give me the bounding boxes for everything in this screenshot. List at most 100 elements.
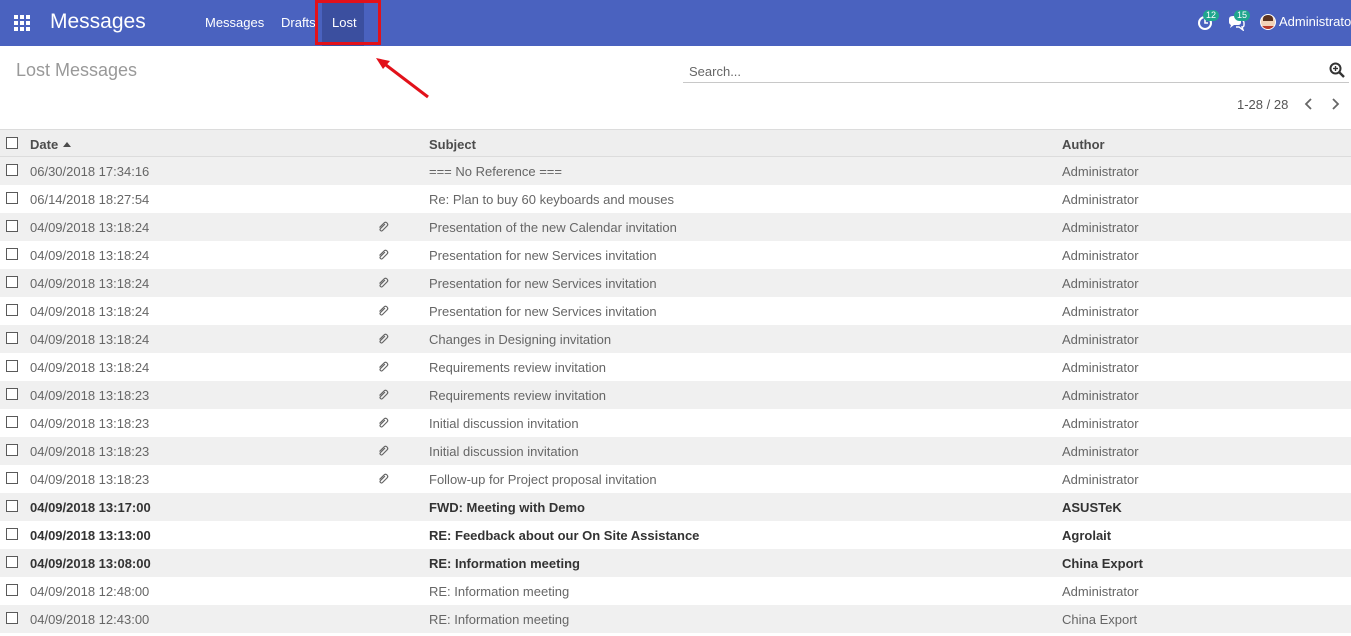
pager-previous-icon[interactable] bbox=[1302, 97, 1316, 111]
row-checkbox[interactable] bbox=[6, 388, 18, 400]
row-subject: Changes in Designing invitation bbox=[429, 332, 612, 347]
search-icon[interactable] bbox=[1329, 62, 1345, 78]
row-author: Administrator bbox=[1062, 192, 1139, 207]
table-row[interactable]: 04/09/2018 13:13:00 RE: Feedback about ou… bbox=[0, 521, 1351, 549]
row-author: Administrator bbox=[1062, 304, 1139, 319]
row-checkbox[interactable] bbox=[6, 500, 18, 512]
row-subject: Requirements review invitation bbox=[429, 360, 607, 375]
row-subject: RE: Information meeting bbox=[429, 584, 570, 599]
table-row[interactable]: 04/09/2018 13:18:24 Presentation for new … bbox=[0, 297, 1351, 325]
row-author: China Export bbox=[1062, 612, 1138, 627]
search-input[interactable] bbox=[687, 61, 1311, 81]
attachment-paperclip-icon bbox=[379, 305, 389, 316]
row-date: 04/09/2018 13:18:24 bbox=[30, 220, 150, 235]
column-header-author[interactable]: Author bbox=[1062, 137, 1105, 152]
table-row[interactable]: 04/09/2018 13:17:00 FWD: Meeting with Dem… bbox=[0, 493, 1351, 521]
row-author: Administrator bbox=[1062, 360, 1139, 375]
attachment-paperclip-icon bbox=[379, 333, 389, 344]
row-checkbox[interactable] bbox=[6, 472, 18, 484]
row-checkbox[interactable] bbox=[6, 556, 18, 568]
menu-item-messages[interactable]: Messages bbox=[205, 15, 264, 30]
attachment-paperclip-icon bbox=[379, 445, 389, 456]
table-row[interactable]: 04/09/2018 13:18:23 Follow-up for Project… bbox=[0, 465, 1351, 493]
messages-table: Date Subject Author 06/30/2018 17:34:16 =… bbox=[0, 129, 1351, 633]
row-date: 06/30/2018 17:34:16 bbox=[30, 164, 150, 179]
row-author: Administrator bbox=[1062, 444, 1139, 459]
row-subject: Presentation for new Services invitation bbox=[429, 248, 657, 263]
table-row[interactable]: 04/09/2018 13:18:23 Initial discussion in… bbox=[0, 409, 1351, 437]
row-author: Administrator bbox=[1062, 276, 1139, 291]
row-date: 04/09/2018 13:18:23 bbox=[30, 444, 150, 459]
table-row[interactable]: 04/09/2018 13:18:24 Requirements review i… bbox=[0, 353, 1351, 381]
row-subject: Presentation for new Services invitation bbox=[429, 276, 657, 291]
row-checkbox[interactable] bbox=[6, 220, 18, 232]
column-header-date-label: Date bbox=[30, 137, 59, 152]
table-row[interactable]: 04/09/2018 13:18:24 Presentation of the n… bbox=[0, 213, 1351, 241]
row-checkbox[interactable] bbox=[6, 164, 18, 176]
row-date: 04/09/2018 13:08:00 bbox=[30, 556, 151, 571]
row-author: Administrator bbox=[1062, 472, 1139, 487]
attachment-paperclip-icon bbox=[379, 389, 389, 400]
row-date: 04/09/2018 13:18:23 bbox=[30, 472, 150, 487]
menu-item-drafts[interactable]: Drafts bbox=[281, 15, 316, 30]
row-checkbox[interactable] bbox=[6, 416, 18, 428]
row-author: Administrator bbox=[1062, 416, 1139, 431]
table-row[interactable]: 06/30/2018 17:34:16 === No Reference === A… bbox=[0, 157, 1351, 185]
page-title: Lost Messages bbox=[16, 60, 138, 80]
table-row[interactable]: 06/14/2018 18:27:54 Re: Plan to buy 60 ke… bbox=[0, 185, 1351, 213]
row-checkbox[interactable] bbox=[6, 528, 18, 540]
chat-badge: 15 bbox=[1234, 10, 1251, 21]
row-date: 04/09/2018 13:18:23 bbox=[30, 388, 150, 403]
row-author: Administrator bbox=[1062, 220, 1139, 235]
row-author: ASUSTeK bbox=[1062, 500, 1122, 515]
row-subject: Presentation for new Services invitation bbox=[429, 304, 657, 319]
table-row[interactable]: 04/09/2018 12:43:00 RE: Information meeti… bbox=[0, 605, 1351, 633]
row-checkbox[interactable] bbox=[6, 332, 18, 344]
row-subject: FWD: Meeting with Demo bbox=[429, 500, 585, 515]
user-name: Administrator bbox=[1279, 14, 1351, 29]
select-all-checkbox[interactable] bbox=[6, 137, 18, 149]
avatar bbox=[1260, 14, 1276, 30]
table-row[interactable]: 04/09/2018 13:18:24 Presentation for new … bbox=[0, 269, 1351, 297]
row-date: 04/09/2018 13:17:00 bbox=[30, 500, 151, 515]
table-row[interactable]: 04/09/2018 13:18:23 Initial discussion in… bbox=[0, 437, 1351, 465]
table-row[interactable]: 04/09/2018 12:48:00 RE: Information meeti… bbox=[0, 577, 1351, 605]
row-checkbox[interactable] bbox=[6, 360, 18, 372]
row-checkbox[interactable] bbox=[6, 444, 18, 456]
row-date: 04/09/2018 13:18:24 bbox=[30, 360, 150, 375]
row-checkbox[interactable] bbox=[6, 192, 18, 204]
row-author: Agrolait bbox=[1062, 528, 1112, 543]
table-row[interactable]: 04/09/2018 13:08:00 RE: Information meeti… bbox=[0, 549, 1351, 577]
row-checkbox[interactable] bbox=[6, 276, 18, 288]
row-checkbox[interactable] bbox=[6, 584, 18, 596]
row-author: Administrator bbox=[1062, 332, 1139, 347]
table-header: Date Subject Author bbox=[0, 129, 1351, 157]
row-checkbox[interactable] bbox=[6, 304, 18, 316]
row-subject: Initial discussion invitation bbox=[429, 416, 579, 431]
column-header-date[interactable]: Date bbox=[30, 137, 72, 152]
pager-value[interactable]: 1-28 / 28 bbox=[1237, 97, 1288, 112]
row-date: 04/09/2018 13:18:24 bbox=[30, 332, 150, 347]
attachment-paperclip-icon bbox=[379, 277, 389, 288]
table-row[interactable]: 04/09/2018 13:18:24 Presentation for new … bbox=[0, 241, 1351, 269]
row-subject: Requirements review invitation bbox=[429, 388, 607, 403]
row-checkbox[interactable] bbox=[6, 248, 18, 260]
activity-badge: 12 bbox=[1203, 10, 1220, 21]
apps-grid-icon[interactable] bbox=[14, 15, 32, 31]
row-subject: === No Reference === bbox=[429, 164, 562, 179]
pager-next-icon[interactable] bbox=[1328, 97, 1342, 111]
row-date: 04/09/2018 13:13:00 bbox=[30, 528, 151, 543]
row-date: 06/14/2018 18:27:54 bbox=[30, 192, 150, 207]
row-date: 04/09/2018 13:18:24 bbox=[30, 304, 150, 319]
top-navbar: Messages Messages Drafts Lost 12 15 Admi… bbox=[0, 0, 1351, 46]
row-date: 04/09/2018 13:18:24 bbox=[30, 248, 150, 263]
table-row[interactable]: 04/09/2018 13:18:23 Requirements review i… bbox=[0, 381, 1351, 409]
sort-ascending-icon bbox=[63, 142, 72, 147]
row-author: China Export bbox=[1062, 556, 1143, 571]
highlight-box bbox=[315, 0, 381, 45]
row-checkbox[interactable] bbox=[6, 612, 18, 624]
attachment-paperclip-icon bbox=[379, 361, 389, 372]
row-author: Administrator bbox=[1062, 164, 1139, 179]
column-header-subject[interactable]: Subject bbox=[429, 137, 476, 152]
table-row[interactable]: 04/09/2018 13:18:24 Changes in Designing … bbox=[0, 325, 1351, 353]
